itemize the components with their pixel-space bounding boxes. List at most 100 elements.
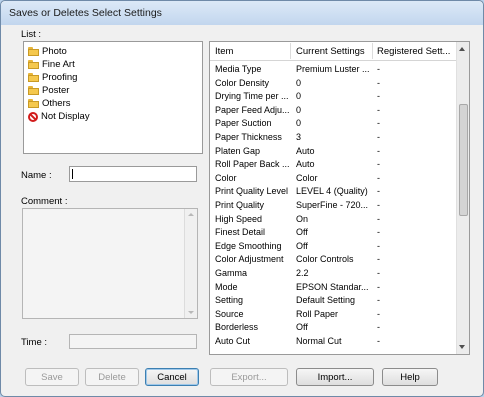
column-header-registered[interactable]: Registered Sett... — [377, 46, 455, 57]
table-scrollbar[interactable] — [456, 42, 469, 354]
cell-current-setting: Off — [296, 322, 308, 333]
folder-icon — [28, 73, 39, 82]
cell-current-setting: Auto — [296, 159, 315, 170]
table-row[interactable]: Print Quality Level LEVEL 4 (Quality) - — [210, 186, 456, 200]
list-item-label: Photo — [42, 46, 67, 57]
cell-item: Roll Paper Back ... — [215, 159, 289, 170]
cell-registered-setting: - — [377, 118, 380, 129]
table-row[interactable]: High Speed On - — [210, 214, 456, 228]
cell-item: Gamma — [215, 267, 248, 278]
column-header-current[interactable]: Current Settings — [296, 46, 368, 57]
table-row[interactable]: Edge Smoothing Off - — [210, 241, 456, 255]
table-row[interactable]: Auto Cut Normal Cut - — [210, 336, 456, 350]
list-item[interactable]: Not Display — [28, 110, 90, 123]
cell-current-setting: Premium Luster ... — [296, 64, 370, 74]
cell-current-setting: 0 — [296, 91, 302, 102]
column-divider[interactable] — [372, 43, 373, 59]
table-row[interactable]: Borderless Off - — [210, 322, 456, 336]
name-label: Name : — [21, 170, 52, 181]
list-item[interactable]: Others — [28, 97, 71, 110]
settings-table[interactable]: Item Current Settings Registered Sett...… — [209, 41, 470, 355]
cell-registered-setting: - — [377, 172, 380, 183]
list-item[interactable]: Fine Art — [28, 58, 75, 71]
cell-item: Drying Time per ... — [215, 91, 289, 102]
table-row[interactable]: Color Density 0 - — [210, 78, 456, 92]
list-item-label: Poster — [42, 85, 70, 96]
cell-registered-setting: - — [377, 213, 380, 224]
cell-item: Print Quality — [215, 199, 265, 210]
comment-textarea[interactable] — [22, 208, 198, 319]
time-label: Time : — [21, 337, 48, 348]
cancel-button[interactable]: Cancel — [145, 368, 199, 386]
cell-registered-setting: - — [377, 295, 380, 306]
title-bar[interactable]: Saves or Deletes Select Settings — [1, 1, 483, 25]
save-button[interactable]: Save — [25, 368, 79, 386]
scroll-up-icon[interactable] — [459, 47, 465, 51]
table-row[interactable]: Roll Paper Back ... Auto - — [210, 159, 456, 173]
cell-item: Setting — [215, 295, 244, 306]
cell-registered-setting: - — [377, 131, 380, 142]
table-row[interactable]: Media Type Premium Luster ... - — [210, 64, 456, 78]
export-button[interactable]: Export... — [210, 368, 288, 386]
cell-current-setting: Default Setting — [296, 295, 356, 306]
import-button[interactable]: Import... — [296, 368, 374, 386]
cell-item: Print Quality Level — [215, 186, 289, 197]
cell-registered-setting: - — [377, 91, 380, 102]
cell-current-setting: 2.2 — [296, 267, 309, 278]
table-row[interactable]: Platen Gap Auto - — [210, 146, 456, 160]
cell-current-setting: Off — [296, 227, 308, 238]
time-field — [69, 334, 197, 349]
table-row[interactable]: Gamma 2.2 - — [210, 268, 456, 282]
comment-scrollbar[interactable] — [184, 209, 197, 318]
list-item[interactable]: Poster — [28, 84, 69, 97]
column-divider[interactable] — [290, 43, 291, 59]
table-row[interactable]: Paper Suction 0 - — [210, 118, 456, 132]
dialog-client-area: List : Photo Fine Art Proofing Poster Others… — [7, 25, 477, 390]
folder-icon — [28, 60, 39, 69]
table-row[interactable]: Color Color - — [210, 173, 456, 187]
table-row[interactable]: Paper Feed Adju... 0 - — [210, 105, 456, 119]
settings-list[interactable]: Photo Fine Art Proofing Poster Others Not Dis… — [23, 41, 203, 154]
cell-current-setting: Normal Cut — [296, 335, 342, 346]
cell-item: Mode — [215, 281, 238, 292]
cell-registered-setting: - — [377, 199, 380, 210]
cell-current-setting: Color — [296, 172, 318, 183]
cell-item: Color Adjustment — [215, 254, 284, 265]
scroll-thumb[interactable] — [459, 104, 468, 216]
cell-registered-setting: - — [377, 267, 380, 278]
table-row[interactable]: Mode EPSON Standar... - — [210, 282, 456, 296]
list-item[interactable]: Photo — [28, 45, 67, 58]
cell-registered-setting: - — [377, 64, 380, 74]
cell-registered-setting: - — [377, 322, 380, 333]
table-row[interactable]: Paper Thickness 3 - — [210, 132, 456, 146]
list-item-label: Fine Art — [42, 59, 75, 70]
cell-registered-setting: - — [377, 77, 380, 88]
table-row[interactable]: Finest Detail Off - — [210, 227, 456, 241]
cell-registered-setting: - — [377, 240, 380, 251]
cell-registered-setting: - — [377, 186, 380, 197]
cell-current-setting: LEVEL 4 (Quality) — [296, 186, 368, 197]
scroll-down-icon[interactable] — [459, 345, 465, 349]
help-button[interactable]: Help — [382, 368, 438, 386]
cell-current-setting: SuperFine - 720... — [296, 199, 369, 210]
column-header-item[interactable]: Item — [215, 46, 287, 57]
delete-button[interactable]: Delete — [85, 368, 139, 386]
table-row[interactable]: Color Adjustment Color Controls - — [210, 254, 456, 268]
list-item[interactable]: Proofing — [28, 71, 77, 84]
cell-registered-setting: - — [377, 104, 380, 115]
table-row[interactable]: Setting Default Setting - — [210, 295, 456, 309]
cell-item: Auto Cut — [215, 335, 251, 346]
table-row[interactable]: Print Quality SuperFine - 720... - — [210, 200, 456, 214]
cell-registered-setting: - — [377, 281, 380, 292]
no-entry-icon — [28, 111, 38, 122]
cell-registered-setting: - — [377, 254, 380, 265]
comment-label: Comment : — [21, 196, 68, 207]
folder-icon — [28, 47, 39, 56]
folder-icon — [28, 99, 39, 108]
cell-current-setting: 0 — [296, 77, 302, 88]
table-rows: Media Type Premium Luster ... - Color Densi… — [210, 64, 456, 349]
scroll-down-icon — [188, 311, 194, 314]
name-input[interactable] — [69, 166, 197, 182]
table-row[interactable]: Drying Time per ... 0 - — [210, 91, 456, 105]
table-row[interactable]: Source Roll Paper - — [210, 309, 456, 323]
